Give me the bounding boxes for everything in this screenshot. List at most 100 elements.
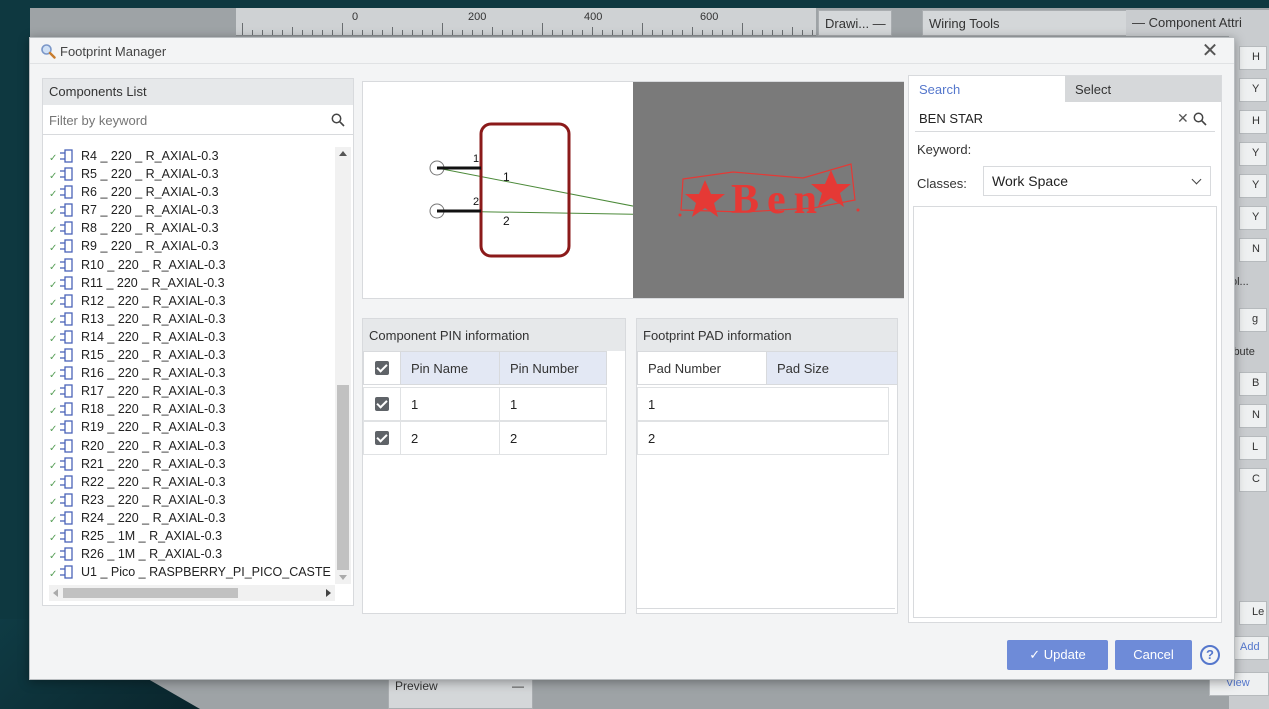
- list-item[interactable]: ✓ R9 _ 220 _ R_AXIAL-0.3: [49, 237, 351, 255]
- list-item[interactable]: ✓ R10 _ 220 _ R_AXIAL-0.3: [49, 256, 351, 274]
- select-all-cell[interactable]: [363, 351, 401, 385]
- attr-button[interactable]: Y: [1239, 174, 1267, 198]
- list-item[interactable]: ✓ R14 _ 220 _ R_AXIAL-0.3: [49, 328, 351, 346]
- attr-button[interactable]: C: [1239, 468, 1267, 492]
- pad-number-cell[interactable]: 2: [637, 421, 889, 455]
- list-item[interactable]: ✓ R18 _ 220 _ R_AXIAL-0.3: [49, 400, 351, 418]
- list-item-label: R23 _ 220 _ R_AXIAL-0.3: [81, 492, 226, 507]
- attr-button[interactable]: L: [1239, 436, 1267, 460]
- search-icon[interactable]: [331, 113, 345, 127]
- ruler-tick: [452, 30, 453, 35]
- attr-button[interactable]: B: [1239, 372, 1267, 396]
- attr-button[interactable]: Y: [1239, 78, 1267, 102]
- clear-icon[interactable]: ✕: [1177, 110, 1189, 127]
- list-item[interactable]: ✓ R7 _ 220 _ R_AXIAL-0.3: [49, 201, 351, 219]
- pad-number-column-header[interactable]: Pad Number: [637, 351, 767, 385]
- list-item[interactable]: ✓ R4 _ 220 _ R_AXIAL-0.3: [49, 147, 351, 165]
- update-button[interactable]: ✓ Update: [1007, 640, 1108, 670]
- component-icon: [60, 565, 73, 579]
- row-checkbox-cell[interactable]: [363, 387, 401, 421]
- attr-button[interactable]: Le: [1239, 601, 1267, 625]
- ruler-tick: [512, 30, 513, 35]
- pin-number-cell[interactable]: 2: [499, 421, 607, 455]
- ruler-tick: [492, 27, 493, 35]
- list-item[interactable]: ✓ R16 _ 220 _ R_AXIAL-0.3: [49, 364, 351, 382]
- attr-button[interactable]: H: [1239, 110, 1267, 134]
- list-item[interactable]: ✓ R13 _ 220 _ R_AXIAL-0.3: [49, 310, 351, 328]
- component-attributes-title[interactable]: — Component Attri: [1126, 10, 1269, 36]
- ruler-tick: [752, 30, 753, 35]
- pin-name-cell[interactable]: 2: [400, 421, 500, 455]
- filter-row: [43, 105, 353, 135]
- attr-button[interactable]: H: [1239, 46, 1267, 70]
- pad-size-column-header[interactable]: Pad Size: [766, 351, 898, 385]
- wiring-tools-title[interactable]: Wiring Tools: [922, 10, 1146, 36]
- list-item[interactable]: ✓ R21 _ 220 _ R_AXIAL-0.3: [49, 455, 351, 473]
- list-vertical-scrollbar[interactable]: [335, 147, 351, 584]
- components-list-header: Components List: [43, 79, 353, 105]
- ruler-tick: [372, 30, 373, 35]
- list-item-label: R9 _ 220 _ R_AXIAL-0.3: [81, 239, 219, 254]
- list-item[interactable]: ✓ R20 _ 220 _ R_AXIAL-0.3: [49, 437, 351, 455]
- ruler-number: 200: [468, 11, 487, 23]
- list-item[interactable]: ✓ U1 _ Pico _ RASPBERRY_PI_PICO_CASTE: [49, 563, 351, 581]
- filter-input[interactable]: [49, 109, 319, 131]
- scrollbar-thumb[interactable]: [63, 588, 238, 598]
- cancel-button[interactable]: Cancel: [1115, 640, 1192, 670]
- row-checkbox-cell[interactable]: [363, 421, 401, 455]
- attr-button[interactable]: N: [1239, 238, 1267, 262]
- pin-number-column-header[interactable]: Pin Number: [499, 351, 607, 385]
- list-item[interactable]: ✓ R6 _ 220 _ R_AXIAL-0.3: [49, 183, 351, 201]
- add-button[interactable]: Add: [1231, 636, 1269, 660]
- scroll-down-icon[interactable]: [339, 575, 347, 580]
- list-item[interactable]: ✓ R12 _ 220 _ R_AXIAL-0.3: [49, 292, 351, 310]
- search-icon[interactable]: [1193, 112, 1207, 126]
- list-item-label: R4 _ 220 _ R_AXIAL-0.3: [81, 149, 219, 163]
- scroll-left-icon[interactable]: [53, 589, 58, 597]
- row-checkbox[interactable]: [375, 431, 389, 445]
- preview-panel-title[interactable]: Preview —: [388, 676, 533, 709]
- pad-info-header: Footprint PAD information: [637, 319, 897, 351]
- components-list[interactable]: ✓ R4 _ 220 _ R_AXIAL-0.3 ✓ R5 _ 220 _ R_AXI…: [49, 147, 351, 584]
- list-item[interactable]: ✓ R11 _ 220 _ R_AXIAL-0.3: [49, 274, 351, 292]
- tab-select[interactable]: Select: [1065, 76, 1221, 102]
- list-item[interactable]: ✓ R24 _ 220 _ R_AXIAL-0.3: [49, 509, 351, 527]
- ruler-tick: [632, 30, 633, 35]
- select-all-checkbox[interactable]: [375, 361, 389, 375]
- ruler-tick: [442, 23, 443, 35]
- close-icon[interactable]: ✕: [1200, 41, 1220, 61]
- pin-name-column-header[interactable]: Pin Name: [400, 351, 500, 385]
- list-item[interactable]: ✓ R15 _ 220 _ R_AXIAL-0.3: [49, 346, 351, 364]
- list-item[interactable]: ✓ R26 _ 1M _ R_AXIAL-0.3: [49, 545, 351, 563]
- attr-button[interactable]: N: [1239, 404, 1267, 428]
- pin-number: 1: [473, 153, 479, 165]
- list-item[interactable]: ✓ R8 _ 220 _ R_AXIAL-0.3: [49, 219, 351, 237]
- attr-button[interactable]: g: [1239, 308, 1267, 332]
- search-input[interactable]: [915, 106, 1215, 132]
- ruler-tick: [272, 30, 273, 35]
- pad-number-cell[interactable]: 1: [637, 387, 889, 421]
- search-results[interactable]: [913, 206, 1217, 618]
- background-top-strip: [30, 0, 1269, 8]
- pin-number-cell[interactable]: 1: [499, 387, 607, 421]
- list-item[interactable]: ✓ R22 _ 220 _ R_AXIAL-0.3: [49, 473, 351, 491]
- list-item-label: R16 _ 220 _ R_AXIAL-0.3: [81, 366, 226, 381]
- scrollbar-thumb[interactable]: [337, 385, 349, 570]
- scroll-up-icon[interactable]: [339, 151, 347, 156]
- row-checkbox[interactable]: [375, 397, 389, 411]
- help-icon[interactable]: ?: [1200, 645, 1220, 665]
- classes-select[interactable]: Work Space: [983, 166, 1211, 196]
- list-item[interactable]: ✓ R23 _ 220 _ R_AXIAL-0.3: [49, 491, 351, 509]
- list-horizontal-scrollbar[interactable]: [49, 585, 335, 601]
- list-item[interactable]: ✓ R5 _ 220 _ R_AXIAL-0.3: [49, 165, 351, 183]
- ruler-tick: [342, 23, 343, 35]
- list-item[interactable]: ✓ R19 _ 220 _ R_AXIAL-0.3: [49, 418, 351, 436]
- drawing-panel-title[interactable]: Drawi... —: [818, 10, 892, 36]
- tab-search[interactable]: Search: [909, 76, 1065, 102]
- attr-button[interactable]: Y: [1239, 142, 1267, 166]
- list-item[interactable]: ✓ R25 _ 1M _ R_AXIAL-0.3: [49, 527, 351, 545]
- pin-name-cell[interactable]: 1: [400, 387, 500, 421]
- attr-button[interactable]: Y: [1239, 206, 1267, 230]
- scroll-right-icon[interactable]: [326, 589, 331, 597]
- list-item[interactable]: ✓ R17 _ 220 _ R_AXIAL-0.3: [49, 382, 351, 400]
